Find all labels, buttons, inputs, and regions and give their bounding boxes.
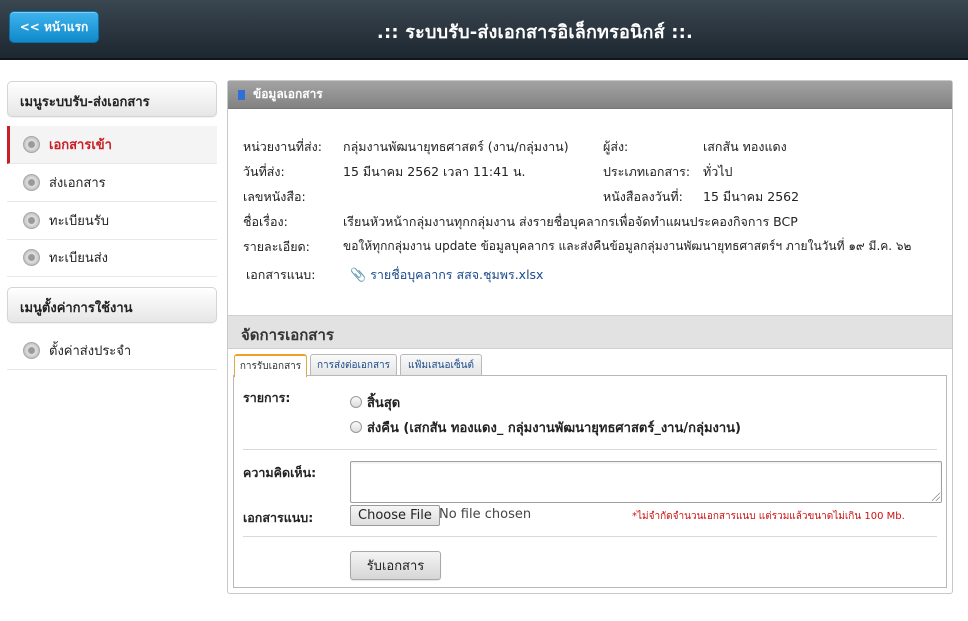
document-panel: ข้อมูลเอกสาร หน่วยงานที่ส่ง: กลุ่มงานพัฒ… [227,80,953,594]
doc-date-value: 15 มีนาคม 2562 [703,189,800,204]
sidebar-menu-documents-title: เมนูระบบรับ-ส่งเอกสาร [7,81,217,117]
choose-file-button[interactable]: Choose File [350,505,440,526]
square-icon [238,89,245,100]
tab-sign-folder[interactable]: แฟ้มเสนอเซ็นต์ [400,354,482,376]
option-label: สิ้นสุด [367,396,401,411]
attachment-label: เอกสารแนบ: [246,267,316,282]
items-label: รายการ: [243,390,291,405]
doc-type-label: ประเภทเอกสาร: [603,164,691,179]
detail-value: ขอให้ทุกกลุ่มงาน update ข้อมูลบุคลากร แล… [343,239,912,253]
option-return[interactable]: ส่งคืน (เสกสัน ทองแดง_ กลุ่มงานพัฒนายุทธ… [350,417,741,438]
bullet-icon [23,249,40,266]
info-row-sender: หน่วยงานที่ส่ง: กลุ่มงานพัฒนายุทธศาสตร์ … [228,137,952,155]
radio-return[interactable] [350,421,362,433]
bullet-icon [23,136,40,153]
tab-forward[interactable]: การส่งต่อเอกสาร [310,354,397,376]
receive-button[interactable]: รับเอกสาร [350,551,441,580]
divider [243,536,937,537]
bullet-icon [23,174,40,191]
top-bar: << หน้าแรก .:: ระบบรับ-ส่งเอกสารอิเล็กทร… [0,0,968,60]
sidebar-item-default-recipients[interactable]: ตั้งค่าส่งประจำ [7,332,217,370]
attachment-link-wrap[interactable]: 📎 รายชื่อบุคลากร สสจ.ชุมพร.xlsx [350,265,543,285]
page-title: .:: ระบบรับ-ส่งเอกสารอิเล็กทรอนิกส์ ::. [376,22,694,43]
info-row-detail: รายละเอียด: ขอให้ทุกกลุ่มงาน update ข้อม… [228,237,952,255]
sidebar-item-label: เอกสารเข้า [49,138,112,153]
info-row-date: วันที่ส่ง: 15 มีนาคม 2562 เวลา 11:41 น. … [228,162,952,180]
option-finish[interactable]: สิ้นสุด [350,392,400,413]
sender-value: เสกสัน ทองแดง [703,139,787,154]
comment-textarea[interactable] [350,461,942,503]
radio-finish[interactable] [350,396,362,408]
attach-label: เอกสารแนบ: [243,510,314,525]
subject-label: ชื่อเรื่อง: [243,214,288,229]
document-info-header: ข้อมูลเอกสาร [228,81,952,109]
info-row-subject: ชื่อเรื่อง: เรียนหัวหน้ากลุ่มงานทุกกลุ่ม… [228,212,952,230]
doc-type-value: ทั่วไป [703,164,733,179]
sidebar-item-label: ตั้งค่าส่งประจำ [49,344,132,359]
info-row-attachment: เอกสารแนบ: 📎 รายชื่อบุคลากร สสจ.ชุมพร.xls… [228,265,952,283]
sidebar-menu-settings-title: เมนูตั้งค่าการใช้งาน [7,287,217,323]
divider [243,449,937,450]
sidebar-item-received-register[interactable]: ทะเบียนรับ [7,202,217,240]
option-label: ส่งคืน (เสกสัน ทองแดง_ กลุ่มงานพัฒนายุทธ… [367,421,741,436]
bullet-icon [23,212,40,229]
subject-value: เรียนหัวหน้ากลุ่มงานทุกกลุ่มงาน ส่งรายชื… [343,214,798,229]
paperclip-icon: 📎 [350,268,367,283]
attachment-link[interactable]: รายชื่อบุคลากร สสจ.ชุมพร.xlsx [370,267,543,282]
sender-unit-value: กลุ่มงานพัฒนายุทธศาสตร์ (งาน/กลุ่มงาน) [343,139,569,154]
file-status: No file chosen [439,507,532,522]
sidebar-item-sent-register[interactable]: ทะเบียนส่ง [7,239,217,277]
doc-no-label: เลขหนังสือ: [243,189,306,204]
info-row-docno: เลขหนังสือ: หนังสือลงวันที่: 15 มีนาคม 2… [228,187,952,205]
sidebar-item-send[interactable]: ส่งเอกสาร [7,164,217,202]
sent-date-value: 15 มีนาคม 2562 เวลา 11:41 น. [343,164,526,179]
sidebar-item-label: ส่งเอกสาร [49,176,106,191]
resize-handle-icon[interactable] [932,493,940,501]
sidebar-item-incoming[interactable]: เอกสารเข้า [7,126,217,164]
section-title: ข้อมูลเอกสาร [253,87,323,101]
tab-receive[interactable]: การรับเอกสาร [234,354,307,377]
sidebar-item-label: ทะเบียนส่ง [49,251,109,266]
comment-label: ความคิดเห็น: [243,465,317,480]
tab-content: รายการ: สิ้นสุด ส่งคืน (เสกสัน ทองแดง_ ก… [233,375,947,588]
sent-date-label: วันที่ส่ง: [243,164,285,179]
sidebar-item-label: ทะเบียนรับ [49,214,109,229]
manage-section-header: จัดการเอกสาร [228,315,952,349]
bullet-icon [23,342,40,359]
sender-label: ผู้ส่ง: [603,139,629,154]
doc-date-label: หนังสือลงวันที่: [603,189,683,204]
detail-label: รายละเอียด: [243,239,310,254]
attachment-note: *ไม่จำกัดจำนวนเอกสารแนบ แต่รวมแล้วขนาดไม… [632,511,905,522]
sender-unit-label: หน่วยงานที่ส่ง: [243,139,322,154]
home-button[interactable]: << หน้าแรก [9,11,99,43]
